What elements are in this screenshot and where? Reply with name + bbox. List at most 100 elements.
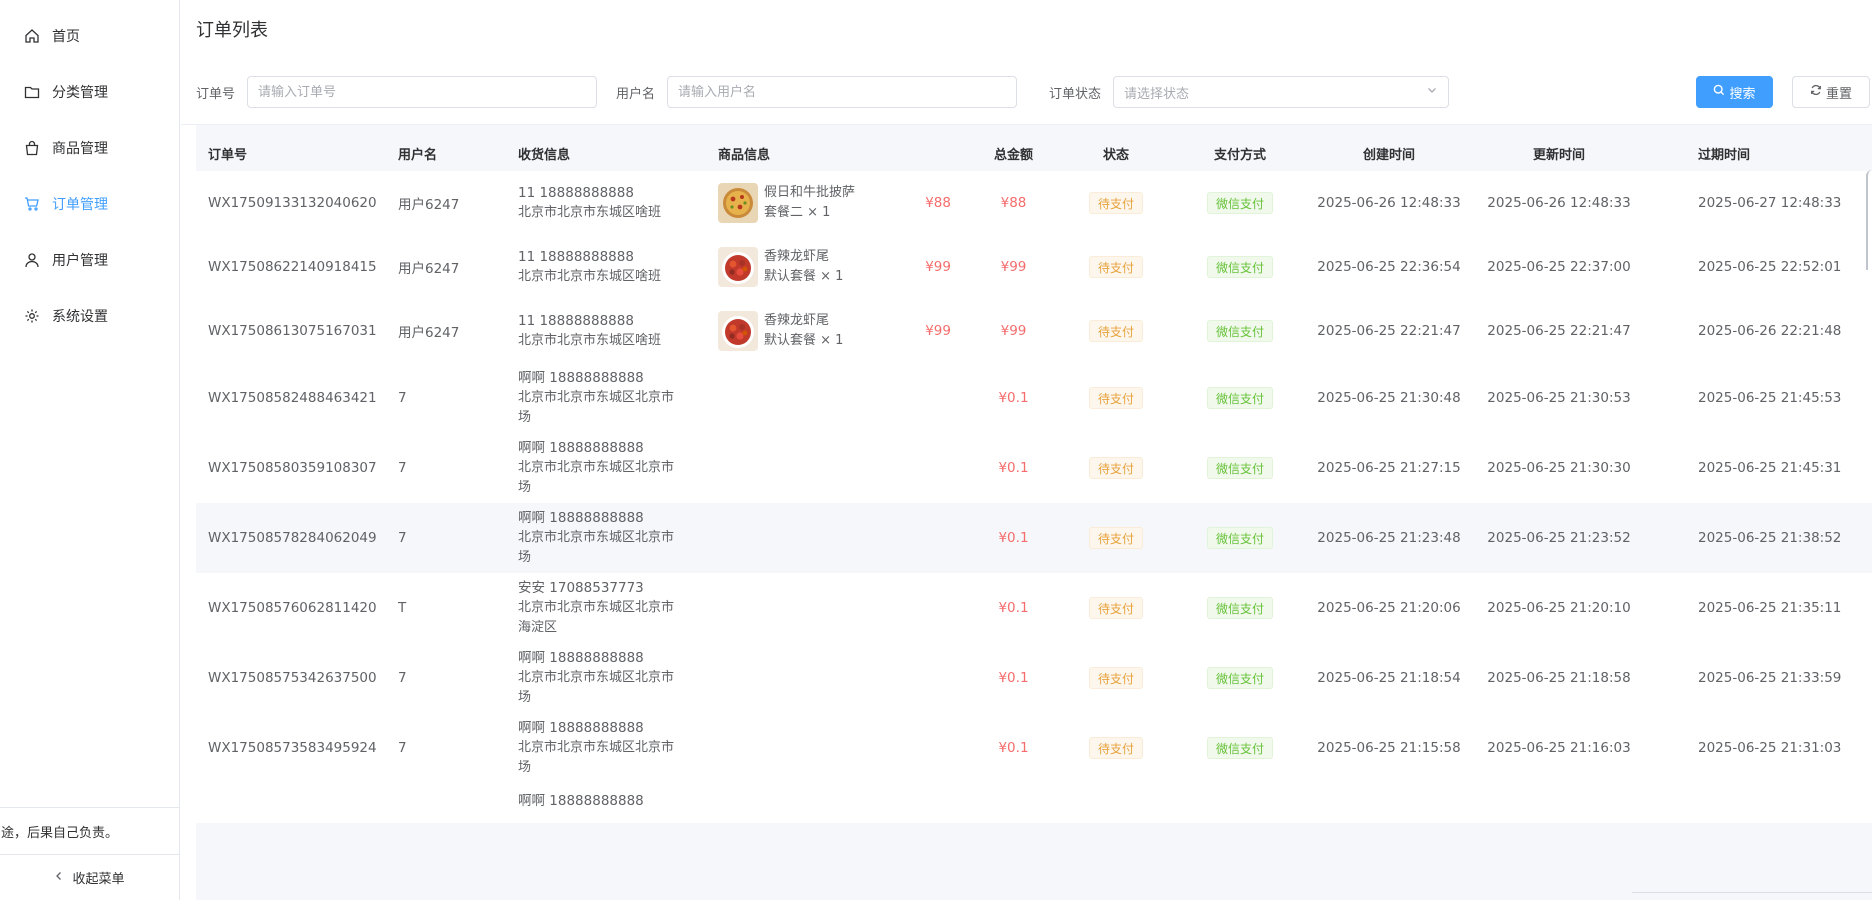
receiver-address-cont: 场	[518, 690, 532, 705]
cell-goods	[706, 503, 971, 573]
orders-table-container: 订单号 用户名 收货信息 商品信息 总金额 状态 支付方式 创建时间 更新时间 …	[196, 125, 1872, 900]
cell-status: 待支付	[1056, 573, 1176, 643]
goods-text: 香辣龙虾尾 默认套餐 × 1	[764, 247, 843, 287]
filter-username: 用户名	[616, 76, 1018, 108]
cell-expire: 2025-06-25 22:52:01	[1644, 235, 1872, 299]
cell-receiver: 啊啊 18888888888 北京市北京市东城区北京市场	[506, 503, 706, 573]
cell-expire: 2025-06-25 21:45:31	[1644, 433, 1872, 503]
col-receiver: 收货信息	[506, 135, 706, 171]
cell-username	[386, 783, 506, 823]
table-row[interactable]: WX17509133132040620 用户6247 11 1888888888…	[196, 171, 1872, 235]
cell-updated: 2025-06-25 21:20:10	[1474, 573, 1644, 643]
cell-receiver: 啊啊 18888888888 北京市北京市东城区北京市场	[506, 363, 706, 433]
cell-order-no: WX17509133132040620	[196, 171, 386, 235]
table-row[interactable]: WX17508582488463421 7 啊啊 18888888888 北京市…	[196, 363, 1872, 433]
reset-button-label: 重置	[1825, 86, 1852, 102]
receiver-name-phone: 啊啊 18888888888	[518, 510, 644, 526]
table-row[interactable]: WX17508578284062049 7 啊啊 18888888888 北京市…	[196, 503, 1872, 573]
main-content: 订单列表 订单号 用户名 订单状态 请选择状态 搜索	[181, 0, 1872, 900]
cell-username: 7	[386, 363, 506, 433]
sidebar-item-settings[interactable]: 系统设置	[0, 288, 179, 344]
status-badge: 待支付	[1088, 667, 1143, 689]
receiver-name-phone: 啊啊 18888888888	[518, 793, 644, 809]
filter-bar: 订单号 用户名 订单状态 请选择状态 搜索 重置	[196, 76, 1870, 108]
cell-status	[1056, 783, 1176, 823]
home-icon	[24, 28, 40, 44]
status-select-placeholder: 请选择状态	[1124, 86, 1190, 102]
cell-username: 用户6247	[386, 235, 506, 299]
cell-created: 2025-06-25 21:30:48	[1304, 363, 1474, 433]
cell-created: 2025-06-25 22:36:54	[1304, 235, 1474, 299]
cell-receiver: 啊啊 18888888888	[506, 783, 706, 823]
col-username: 用户名	[386, 135, 506, 171]
cell-expire: 2025-06-25 21:33:59	[1644, 643, 1872, 713]
col-pay: 支付方式	[1176, 135, 1304, 171]
sidebar-footer: 非法用途，后果自己负责。 收起菜单	[0, 807, 179, 900]
table-row[interactable]: 啊啊 18888888888	[196, 783, 1872, 823]
cell-updated: 2025-06-25 21:16:03	[1474, 713, 1644, 783]
receiver-name-phone: 啊啊 18888888888	[518, 720, 644, 736]
cell-goods	[706, 783, 971, 823]
col-updated: 更新时间	[1474, 135, 1644, 171]
filter-order-no: 订单号	[196, 76, 598, 108]
cell-goods: 香辣龙虾尾 默认套餐 × 1 ¥99	[706, 299, 971, 363]
status-badge: 待支付	[1088, 192, 1143, 214]
search-button[interactable]: 搜索	[1696, 76, 1773, 108]
cell-expire: 2025-06-25 21:31:03	[1644, 713, 1872, 783]
cell-pay: 微信支付	[1176, 171, 1304, 235]
chevron-left-icon	[54, 870, 64, 885]
table-row[interactable]: WX17508575342637500 7 啊啊 18888888888 北京市…	[196, 643, 1872, 713]
table-row[interactable]: WX17508613075167031 用户6247 11 1888888888…	[196, 299, 1872, 363]
username-input[interactable]	[667, 76, 1018, 108]
receiver-address: 北京市北京市东城区啥班	[518, 269, 662, 284]
table-row[interactable]: WX17508580359108307 7 啊啊 18888888888 北京市…	[196, 433, 1872, 503]
status-badge: 待支付	[1088, 387, 1143, 409]
goods-price: ¥99	[925, 259, 951, 275]
goods-price: ¥99	[925, 323, 951, 339]
sidebar-item-users[interactable]: 用户管理	[0, 232, 179, 288]
status-select[interactable]: 请选择状态	[1113, 76, 1450, 108]
scrollbar[interactable]	[1866, 170, 1872, 270]
cell-total	[971, 783, 1056, 823]
cell-created: 2025-06-26 12:48:33	[1304, 171, 1474, 235]
goods-thumbnail	[718, 247, 758, 287]
status-badge: 待支付	[1088, 737, 1143, 759]
goods-thumbnail	[718, 183, 758, 223]
table-row[interactable]: WX17508573583495924 7 啊啊 18888888888 北京市…	[196, 713, 1872, 783]
cell-total: ¥0.1	[971, 363, 1056, 433]
cell-username: 7	[386, 643, 506, 713]
cell-goods	[706, 433, 971, 503]
table-row[interactable]: WX17508622140918415 用户6247 11 1888888888…	[196, 235, 1872, 299]
receiver-address: 北京市北京市东城区北京市	[518, 530, 675, 545]
receiver-address-cont: 场	[518, 410, 532, 425]
cell-receiver: 啊啊 18888888888 北京市北京市东城区北京市场	[506, 433, 706, 503]
goods-spec: 默认套餐 × 1	[764, 333, 844, 348]
table-row[interactable]: WX17508576062811420 T 安安 17088537773 北京市…	[196, 573, 1872, 643]
cell-receiver: 啊啊 18888888888 北京市北京市东城区北京市场	[506, 643, 706, 713]
reset-button[interactable]: 重置	[1792, 76, 1870, 108]
table-header-row: 订单号 用户名 收货信息 商品信息 总金额 状态 支付方式 创建时间 更新时间 …	[196, 135, 1872, 171]
status-badge: 待支付	[1088, 256, 1143, 278]
cell-created: 2025-06-25 21:20:06	[1304, 573, 1474, 643]
collapse-menu-button[interactable]: 收起菜单	[0, 854, 179, 900]
order-no-input[interactable]	[247, 76, 598, 108]
sidebar-item-goods[interactable]: 商品管理	[0, 120, 179, 176]
cell-pay: 微信支付	[1176, 299, 1304, 363]
cell-username: 7	[386, 713, 506, 783]
pay-method-badge: 微信支付	[1206, 320, 1273, 342]
cell-status: 待支付	[1056, 299, 1176, 363]
cell-receiver: 啊啊 18888888888 北京市北京市东城区北京市场	[506, 713, 706, 783]
receiver-name-phone: 安安 17088537773	[518, 580, 644, 596]
sidebar-item-home[interactable]: 首页	[0, 8, 179, 64]
sidebar-item-category[interactable]: 分类管理	[0, 64, 179, 120]
cell-goods	[706, 573, 971, 643]
sidebar: 首页 分类管理 商品管理 订单管理 用户管理 系统设置 途，后果自己负责。 收起…	[0, 0, 180, 900]
goods-info: 香辣龙虾尾 默认套餐 × 1 ¥99	[718, 311, 959, 351]
pay-method-badge: 微信支付	[1206, 192, 1273, 214]
sidebar-item-orders[interactable]: 订单管理	[0, 176, 179, 232]
receiver-address: 北京市北京市东城区啥班	[518, 333, 662, 348]
receiver-address: 北京市北京市东城区啥班	[518, 205, 662, 220]
cell-pay: 微信支付	[1176, 713, 1304, 783]
username-label: 用户名	[616, 86, 656, 102]
goods-info: 香辣龙虾尾 默认套餐 × 1 ¥99	[718, 247, 959, 287]
